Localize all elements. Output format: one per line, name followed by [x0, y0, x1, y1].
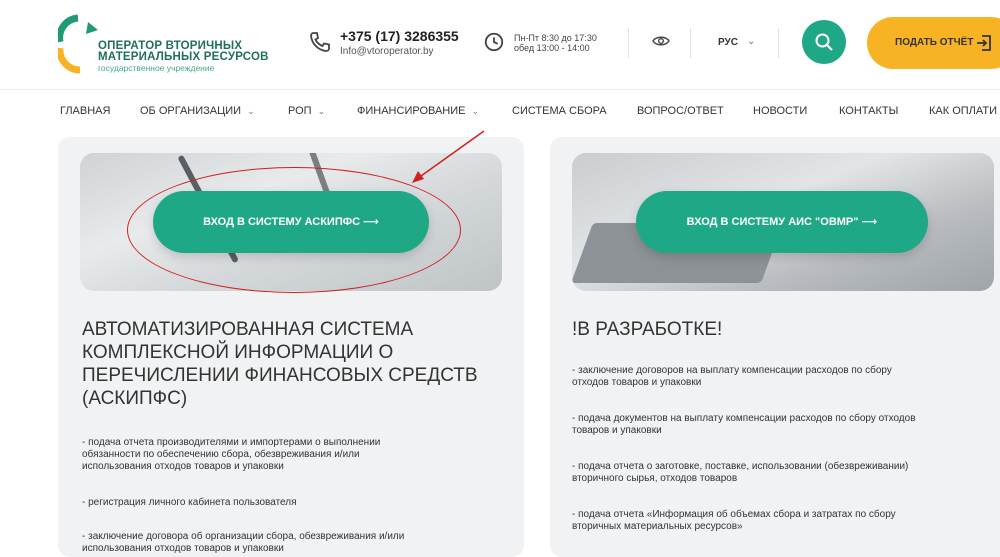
site-logo[interactable]: ОПЕРАТОР ВТОРИЧНЫХ МАТЕРИАЛЬНЫХ РЕСУРСОВ…	[58, 12, 278, 78]
chevron-down-icon: ⌄	[247, 106, 255, 116]
nav-item-contacts[interactable]: КОНТАКТЫ	[839, 105, 898, 117]
chevron-down-icon: ⌄	[317, 106, 326, 116]
list-item: - подача отчета о заготовке, поставке, и…	[572, 461, 909, 484]
logo-line-2: МАТЕРИАЛЬНЫХ РЕСУРСОВ	[98, 51, 269, 63]
header-divider	[778, 28, 779, 58]
lunch-hours: обед 13:00 - 14:00	[514, 43, 590, 53]
header-divider	[690, 28, 691, 58]
in-development-heading: !В РАЗРАБОТКЕ!	[572, 319, 723, 340]
askipfs-heading: АВТОМАТИЗИРОВАННАЯ СИСТЕМА КОМПЛЕКСНОЙ И…	[82, 319, 478, 409]
nav-item-faq[interactable]: ВОПРОС/ОТВЕТ	[637, 105, 724, 117]
list-item: - заключение договоров на выплату компен…	[572, 365, 892, 388]
phone-number[interactable]: +375 (17) 3286355	[340, 28, 459, 44]
chevron-down-icon: ⌄	[471, 106, 480, 116]
chevron-down-icon: ⌄	[747, 36, 756, 47]
language-selector[interactable]: РУС	[718, 37, 738, 48]
list-item: - заключение договора об организации сбо…	[82, 531, 405, 554]
login-arrow-icon	[977, 35, 991, 51]
nav-item-home[interactable]: ГЛАВНАЯ	[60, 105, 110, 117]
site-header: ОПЕРАТОР ВТОРИЧНЫХ МАТЕРИАЛЬНЫХ РЕСУРСОВ…	[0, 0, 1000, 90]
phone-icon	[310, 32, 330, 52]
search-icon	[815, 33, 833, 51]
clock-icon	[484, 32, 504, 52]
header-divider	[628, 28, 629, 58]
email-link[interactable]: Info@vtoroperator.by	[340, 46, 434, 57]
nav-item-collection-system[interactable]: СИСТЕМА СБОРА	[512, 105, 607, 117]
nav-item-news[interactable]: НОВОСТИ	[753, 105, 807, 117]
submit-report-button[interactable]: ПОДАТЬ ОТЧЁТ	[867, 17, 1000, 69]
eye-icon[interactable]	[652, 34, 670, 48]
list-item: - подача отчета «Информация об объемах с…	[572, 509, 896, 532]
list-item: - регистрация личного кабинета пользоват…	[82, 497, 297, 508]
aisovmr-login-button[interactable]: ВХОД В СИСТЕМУ АИС "ОВМР" ⟶	[636, 191, 928, 253]
search-button[interactable]	[802, 20, 846, 64]
working-hours: Пн-Пт 8:30 до 17:30	[514, 33, 597, 43]
main-navigation: ГЛАВНАЯ ОБ ОРГАНИЗАЦИИ ⌄ РОП ⌄ ФИНАНСИРОВА…	[0, 91, 1000, 131]
nav-item-financing[interactable]: ФИНАНСИРОВАНИЕ ⌄	[357, 105, 479, 117]
recycle-logo-icon	[58, 14, 98, 74]
list-item: - подача документов на выплату компенсац…	[572, 413, 916, 436]
logo-line-3: государственное учреждение	[98, 63, 215, 73]
nav-item-rop[interactable]: РОП ⌄	[288, 105, 325, 117]
aisovmr-login-label: ВХОД В СИСТЕМУ АИС "ОВМР" ⟶	[686, 216, 878, 228]
annotation-arrow-icon	[412, 130, 485, 183]
submit-report-label: ПОДАТЬ ОТЧЁТ	[895, 37, 974, 48]
nav-item-about[interactable]: ОБ ОРГАНИЗАЦИИ ⌄	[140, 105, 255, 117]
nav-item-how-to-pay[interactable]: КАК ОПЛАТИ	[929, 105, 997, 117]
list-item: - подача отчета производителями и импорт…	[82, 437, 381, 472]
